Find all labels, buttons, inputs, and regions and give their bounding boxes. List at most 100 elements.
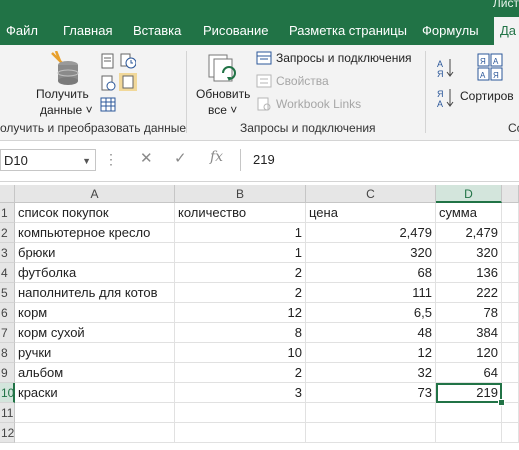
cell-d11[interactable] <box>436 403 502 423</box>
cell-a9[interactable]: альбом <box>15 363 175 383</box>
cell-a3[interactable]: брюки <box>15 243 175 263</box>
from-table-icon[interactable] <box>100 97 116 113</box>
chevron-down-icon[interactable]: ▼ <box>82 150 91 172</box>
properties-button[interactable]: Свойства <box>256 74 329 88</box>
cell-c9[interactable]: 32 <box>306 363 436 383</box>
cell-e4[interactable] <box>502 263 519 283</box>
sort-az-icon[interactable]: А Я <box>437 57 455 79</box>
column-header-e[interactable] <box>502 185 519 203</box>
row-header[interactable]: 5 <box>0 283 15 303</box>
cell-d5[interactable]: 222 <box>436 283 502 303</box>
cell-c12[interactable] <box>306 423 436 443</box>
cell-e8[interactable] <box>502 343 519 363</box>
cell-b10[interactable]: 3 <box>175 383 306 403</box>
row-header[interactable]: 3 <box>0 243 15 263</box>
cell-a10[interactable]: краски <box>15 383 175 403</box>
cell-d4[interactable]: 136 <box>436 263 502 283</box>
cell-c10[interactable]: 73 <box>306 383 436 403</box>
cell-c3[interactable]: 320 <box>306 243 436 263</box>
workbook-links-button[interactable]: Workbook Links <box>256 97 361 111</box>
select-all-corner[interactable] <box>0 185 15 203</box>
cell-a2[interactable]: компьютерное кресло <box>15 223 175 243</box>
cell-d7[interactable]: 384 <box>436 323 502 343</box>
insert-function-icon[interactable]: fx <box>210 149 223 165</box>
row-header[interactable]: 2 <box>0 223 15 243</box>
tab-file[interactable]: Файл <box>6 17 38 45</box>
enter-icon[interactable]: ✓ <box>174 149 187 167</box>
column-header-a[interactable]: A <box>15 185 175 203</box>
tab-insert[interactable]: Вставка <box>133 17 181 45</box>
tab-data[interactable]: Да <box>494 17 519 45</box>
sort-label[interactable]: Сортиров <box>460 89 514 103</box>
cell-e12[interactable] <box>502 423 519 443</box>
row-header[interactable]: 9 <box>0 363 15 383</box>
row-header[interactable]: 4 <box>0 263 15 283</box>
existing-connections-icon[interactable] <box>119 73 137 91</box>
cell-c5[interactable]: 111 <box>306 283 436 303</box>
cell-b8[interactable]: 10 <box>175 343 306 363</box>
cell-e11[interactable] <box>502 403 519 423</box>
column-header-c[interactable]: C <box>306 185 436 203</box>
sort-dialog-icon[interactable]: ЯА АЯ <box>477 53 503 81</box>
cell-b5[interactable]: 2 <box>175 283 306 303</box>
cell-a7[interactable]: корм сухой <box>15 323 175 343</box>
row-header[interactable]: 1 <box>0 203 15 223</box>
fill-handle[interactable] <box>498 399 505 406</box>
cell-a5[interactable]: наполнитель для котов <box>15 283 175 303</box>
more-options-icon[interactable]: ⋮ <box>104 151 118 168</box>
cell-e7[interactable] <box>502 323 519 343</box>
cell-b1[interactable]: количество <box>175 203 306 223</box>
from-text-icon[interactable] <box>100 53 116 69</box>
recent-sources-icon[interactable] <box>120 53 136 69</box>
cell-c6[interactable]: 6,5 <box>306 303 436 323</box>
cell-b2[interactable]: 1 <box>175 223 306 243</box>
cell-b11[interactable] <box>175 403 306 423</box>
name-box[interactable]: D10 ▼ <box>0 149 96 171</box>
sort-za-icon[interactable]: Я А <box>437 87 455 109</box>
from-web-icon[interactable] <box>100 75 116 91</box>
tab-home[interactable]: Главная <box>63 17 112 45</box>
cell-b3[interactable]: 1 <box>175 243 306 263</box>
cell-e2[interactable] <box>502 223 519 243</box>
row-header[interactable]: 12 <box>0 423 15 443</box>
row-header[interactable]: 8 <box>0 343 15 363</box>
row-header[interactable]: 7 <box>0 323 15 343</box>
cell-e9[interactable] <box>502 363 519 383</box>
cell-a6[interactable]: корм <box>15 303 175 323</box>
cancel-icon[interactable]: ✕ <box>140 149 153 167</box>
formula-input[interactable]: 219 <box>240 149 519 171</box>
cell-d10[interactable]: 219 <box>436 383 502 403</box>
cell-a8[interactable]: ручки <box>15 343 175 363</box>
cell-b12[interactable] <box>175 423 306 443</box>
cell-d3[interactable]: 320 <box>436 243 502 263</box>
cell-d12[interactable] <box>436 423 502 443</box>
cell-b4[interactable]: 2 <box>175 263 306 283</box>
cell-d8[interactable]: 120 <box>436 343 502 363</box>
cell-b7[interactable]: 8 <box>175 323 306 343</box>
cell-a12[interactable] <box>15 423 175 443</box>
refresh-all-button[interactable]: Обновить все ˅ <box>193 49 253 117</box>
cell-c7[interactable]: 48 <box>306 323 436 343</box>
cell-e3[interactable] <box>502 243 519 263</box>
row-header[interactable]: 10 <box>0 383 15 403</box>
cell-c2[interactable]: 2,479 <box>306 223 436 243</box>
column-header-b[interactable]: B <box>175 185 306 203</box>
cell-c11[interactable] <box>306 403 436 423</box>
cell-d9[interactable]: 64 <box>436 363 502 383</box>
row-header[interactable]: 6 <box>0 303 15 323</box>
cell-b9[interactable]: 2 <box>175 363 306 383</box>
cell-a11[interactable] <box>15 403 175 423</box>
cell-d2[interactable]: 2,479 <box>436 223 502 243</box>
cell-c8[interactable]: 12 <box>306 343 436 363</box>
cell-e6[interactable] <box>502 303 519 323</box>
tab-draw[interactable]: Рисование <box>203 17 268 45</box>
cell-c1[interactable]: цена <box>306 203 436 223</box>
cell-c4[interactable]: 68 <box>306 263 436 283</box>
tab-formulas[interactable]: Формулы <box>422 17 479 45</box>
get-data-button[interactable]: Получить данные ˅ <box>30 49 100 117</box>
cell-a1[interactable]: список покупок <box>15 203 175 223</box>
cell-e1[interactable] <box>502 203 519 223</box>
cell-a4[interactable]: футболка <box>15 263 175 283</box>
row-header[interactable]: 11 <box>0 403 15 423</box>
cell-b6[interactable]: 12 <box>175 303 306 323</box>
